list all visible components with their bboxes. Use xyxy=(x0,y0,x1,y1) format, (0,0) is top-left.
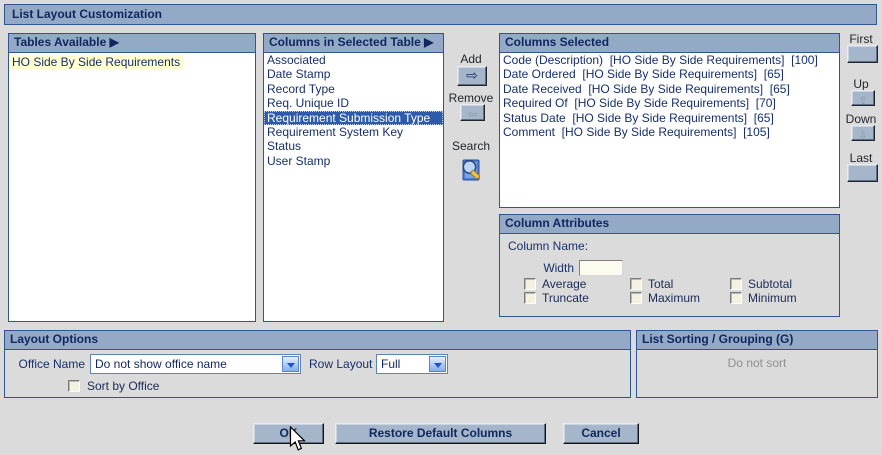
list-item[interactable]: User Stamp xyxy=(264,154,443,168)
column-attributes-panel: Column Attributes Column Name: Width Ave… xyxy=(499,214,840,317)
arrow-down-icon: ⇩ xyxy=(858,130,867,142)
column-attributes-header: Column Attributes xyxy=(500,215,839,234)
search-label: Search xyxy=(445,139,497,153)
tables-available-panel: Tables Available ▶ HO Side By Side Requi… xyxy=(8,33,256,322)
list-item[interactable]: HO Side By Side Requirements xyxy=(9,55,184,69)
average-label: Average xyxy=(542,277,586,291)
layout-options-panel: Layout Options Office Name Do not show o… xyxy=(4,330,631,398)
columns-in-table-list[interactable]: Associated Date Stamp Record Type Req. U… xyxy=(264,53,443,168)
list-item[interactable]: Code (Description) [HO Side By Side Requ… xyxy=(500,53,839,67)
first-label: First xyxy=(843,32,879,46)
restore-default-columns-button[interactable]: Restore Default Columns xyxy=(335,423,546,444)
list-item[interactable]: Status Date [HO Side By Side Requirement… xyxy=(500,111,839,125)
subtotal-checkbox[interactable] xyxy=(730,278,742,290)
width-label: Width xyxy=(500,261,574,275)
list-item[interactable]: Required Of [HO Side By Side Requirement… xyxy=(500,96,839,110)
minimum-checkbox[interactable] xyxy=(730,292,742,304)
list-item[interactable]: Associated xyxy=(264,53,443,67)
last-button[interactable] xyxy=(847,164,878,182)
list-item[interactable]: Date Ordered [HO Side By Side Requiremen… xyxy=(500,67,839,81)
layout-options-header: Layout Options xyxy=(5,331,630,350)
columns-in-table-panel: Columns in Selected Table ▶ Associated D… xyxy=(263,33,444,322)
dialog-title: List Layout Customization xyxy=(4,4,877,25)
down-button[interactable]: ⇩ xyxy=(851,125,875,141)
up-button[interactable]: ⇧ xyxy=(851,90,875,106)
remove-label: Remove xyxy=(443,91,499,105)
truncate-checkbox[interactable] xyxy=(524,292,536,304)
sort-by-office-checkbox[interactable] xyxy=(68,380,80,392)
up-label: Up xyxy=(843,77,879,91)
add-label: Add xyxy=(445,52,497,66)
cancel-button[interactable]: Cancel xyxy=(563,423,639,444)
average-checkbox[interactable] xyxy=(524,278,536,290)
list-item[interactable]: Status xyxy=(264,139,443,153)
list-item[interactable]: Date Stamp xyxy=(264,67,443,81)
columns-selected-header: Columns Selected xyxy=(500,34,839,53)
last-label: Last xyxy=(843,151,879,165)
list-item[interactable]: Record Type xyxy=(264,82,443,96)
row-layout-value: Full xyxy=(381,357,400,371)
list-item[interactable]: Date Received [HO Side By Side Requireme… xyxy=(500,82,839,96)
arrow-right-icon: ⇨ xyxy=(466,67,478,83)
row-layout-label: Row Layout xyxy=(309,357,371,371)
list-item[interactable]: Requirement System Key xyxy=(264,125,443,139)
maximum-label: Maximum xyxy=(648,291,700,305)
columns-selected-panel: Columns Selected Code (Description) [HO … xyxy=(499,33,840,208)
subtotal-label: Subtotal xyxy=(748,277,792,291)
remove-button[interactable]: ⇦ xyxy=(460,104,485,121)
columns-selected-list[interactable]: Code (Description) [HO Side By Side Requ… xyxy=(500,53,839,139)
list-sorting-panel: List Sorting / Grouping (G) Do not sort xyxy=(636,330,878,398)
row-layout-dropdown[interactable]: Full xyxy=(376,354,448,374)
first-button[interactable] xyxy=(847,45,878,63)
total-checkbox[interactable] xyxy=(630,278,642,290)
add-button[interactable]: ⇨ xyxy=(457,66,487,86)
office-name-dropdown[interactable]: Do not show office name xyxy=(90,354,301,374)
list-item-selected[interactable]: Requirement Submission Type xyxy=(264,111,443,125)
tables-available-header: Tables Available ▶ xyxy=(9,34,255,53)
chevron-down-icon xyxy=(287,363,295,372)
width-input[interactable] xyxy=(579,260,623,276)
ok-button[interactable]: OK xyxy=(253,423,324,444)
arrow-up-icon: ⇧ xyxy=(858,95,867,107)
list-sorting-header: List Sorting / Grouping (G) xyxy=(637,331,877,350)
office-name-label: Office Name xyxy=(5,357,85,371)
dropdown-button[interactable] xyxy=(282,356,299,372)
truncate-label: Truncate xyxy=(542,291,589,305)
total-label: Total xyxy=(648,277,673,291)
minimum-label: Minimum xyxy=(748,291,797,305)
column-name-label: Column Name: xyxy=(508,239,588,253)
down-label: Down xyxy=(843,112,879,126)
arrow-left-icon: ⇦ xyxy=(467,107,477,121)
columns-in-table-header: Columns in Selected Table ▶ xyxy=(264,34,443,53)
sort-by-office-label: Sort by Office xyxy=(87,379,159,393)
do-not-sort-text: Do not sort xyxy=(637,356,877,370)
dropdown-button[interactable] xyxy=(429,356,446,372)
list-item[interactable]: Req. Unique ID xyxy=(264,96,443,110)
list-layout-customization-dialog: List Layout Customization Tables Availab… xyxy=(0,0,882,455)
search-icon[interactable] xyxy=(459,156,485,183)
chevron-down-icon xyxy=(434,363,442,372)
list-item[interactable]: Comment [HO Side By Side Requirements] [… xyxy=(500,125,839,139)
maximum-checkbox[interactable] xyxy=(630,292,642,304)
office-name-value: Do not show office name xyxy=(95,357,227,371)
tables-available-list[interactable]: HO Side By Side Requirements xyxy=(9,53,255,71)
